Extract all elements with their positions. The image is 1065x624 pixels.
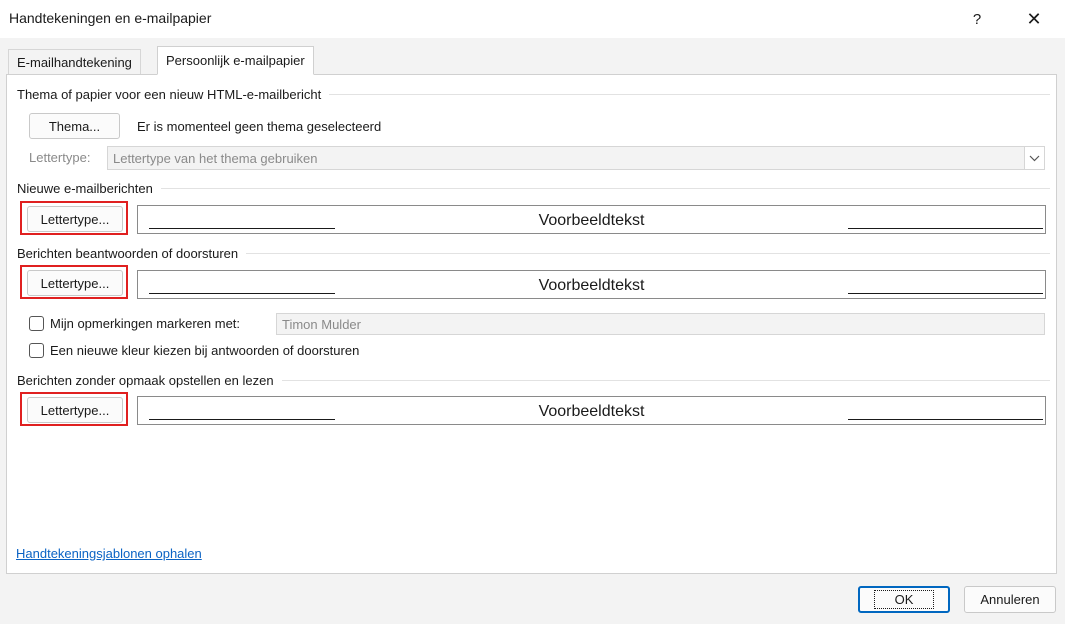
select-value: Lettertype van het thema gebruiken (113, 151, 318, 166)
preview-line-right (848, 228, 1043, 229)
section-plain-text: Berichten zonder opmaak opstellen en lez… (17, 373, 1050, 388)
theme-font-select[interactable]: Lettertype van het thema gebruiken (107, 146, 1045, 170)
preview-line-right (848, 419, 1043, 420)
section-replies: Berichten beantwoorden of doorsturen (17, 246, 1050, 261)
divider (160, 188, 1050, 189)
divider (246, 253, 1050, 254)
ok-button[interactable]: OK (858, 586, 950, 613)
button-label: Lettertype... (40, 211, 110, 227)
section-theme: Thema of papier voor een nieuw HTML-e-ma… (17, 87, 1050, 102)
mark-comments-checkbox[interactable] (29, 316, 44, 331)
section-label: Berichten beantwoorden of doorsturen (17, 246, 239, 261)
new-messages-font-button[interactable]: Lettertype... (27, 206, 123, 232)
input-value: Timon Mulder (282, 317, 361, 332)
checkbox-label: Mijn opmerkingen markeren met: (50, 316, 241, 331)
section-new-messages: Nieuwe e-mailberichten (17, 181, 1050, 196)
tab-label: E-mailhandtekening (17, 54, 132, 70)
replies-preview: Voorbeeldtekst (137, 270, 1046, 299)
help-icon: ? (972, 10, 982, 28)
section-label: Nieuwe e-mailberichten (17, 181, 153, 196)
tab-email-signature[interactable]: E-mailhandtekening (8, 49, 141, 74)
theme-button[interactable]: Thema... (29, 113, 120, 139)
close-button[interactable]: ✕ (1011, 0, 1057, 38)
button-label: Thema... (48, 118, 101, 134)
button-label: Lettertype... (40, 275, 110, 291)
cancel-button[interactable]: Annuleren (964, 586, 1056, 613)
tab-personal-stationery[interactable]: Persoonlijk e-mailpapier (157, 46, 314, 75)
new-color-checkbox[interactable] (29, 343, 44, 358)
signature-templates-link[interactable]: Handtekeningsjablonen ophalen (16, 546, 202, 561)
button-label: Lettertype... (40, 402, 110, 418)
mark-comments-input[interactable]: Timon Mulder (276, 313, 1045, 335)
plain-text-preview: Voorbeeldtekst (137, 396, 1046, 425)
title-bar: Handtekeningen en e-mailpapier ? ✕ (0, 0, 1065, 38)
stationery-panel: Thema of papier voor een nieuw HTML-e-ma… (6, 74, 1057, 574)
chevron-down-icon[interactable] (1024, 147, 1044, 169)
theme-status: Er is momenteel geen thema geselecteerd (137, 119, 382, 134)
window-title: Handtekeningen en e-mailpapier (9, 10, 212, 26)
preview-line-right (848, 293, 1043, 294)
divider (329, 94, 1050, 95)
plain-text-font-button[interactable]: Lettertype... (27, 397, 123, 423)
button-label: OK (873, 590, 935, 609)
help-button[interactable]: ? (954, 0, 1000, 38)
replies-font-button[interactable]: Lettertype... (27, 270, 123, 296)
checkbox-label: Een nieuwe kleur kiezen bij antwoorden o… (50, 343, 360, 358)
new-messages-preview: Voorbeeldtekst (137, 205, 1046, 234)
section-label: Thema of papier voor een nieuw HTML-e-ma… (17, 87, 322, 102)
section-label: Berichten zonder opmaak opstellen en lez… (17, 373, 274, 388)
tab-label: Persoonlijk e-mailpapier (166, 53, 305, 68)
mark-comments-row[interactable]: Mijn opmerkingen markeren met: (29, 316, 240, 331)
button-label: Annuleren (980, 592, 1040, 607)
divider (281, 380, 1050, 381)
close-icon: ✕ (1026, 8, 1042, 29)
new-color-row[interactable]: Een nieuwe kleur kiezen bij antwoorden o… (29, 343, 359, 358)
font-label: Lettertype: (29, 150, 91, 165)
